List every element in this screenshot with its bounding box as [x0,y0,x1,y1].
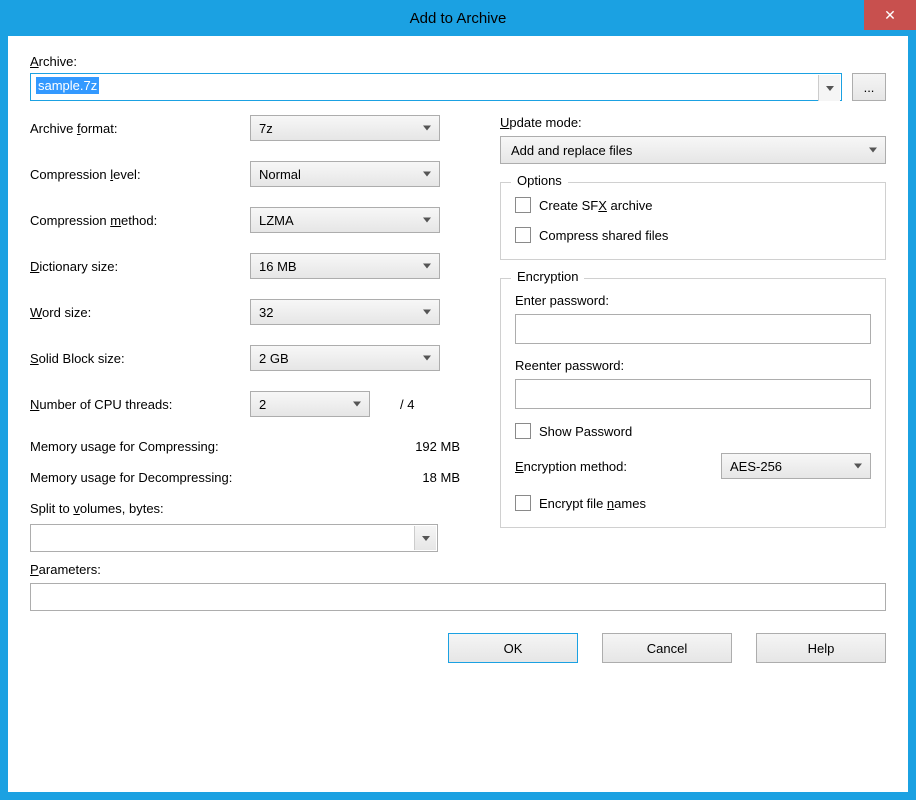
reenter-password-label: Reenter password: [515,358,871,373]
update-label: Update mode: [500,115,886,130]
archive-path-value: sample.7z [36,77,99,94]
word-value: 32 [259,305,273,320]
sfx-label: Create SFX archive [539,198,652,213]
browse-button[interactable]: ... [852,73,886,101]
parameters-label: Parameters: [30,562,886,577]
close-button[interactable]: ✕ [864,0,916,30]
show-password-label: Show Password [539,424,632,439]
chevron-down-icon [423,310,431,315]
level-value: Normal [259,167,301,182]
chevron-down-icon [422,536,430,541]
dialog-window: Add to Archive ✕ Archive: sample.7z ... … [0,0,916,800]
chevron-down-icon [423,126,431,131]
format-label: Archive format: [30,121,250,136]
ok-button[interactable]: OK [448,633,578,663]
threads-combo[interactable]: 2 [250,391,370,417]
format-combo[interactable]: 7z [250,115,440,141]
update-value: Add and replace files [511,143,632,158]
shared-checkbox[interactable] [515,227,531,243]
options-group: Options Create SFX archive Compress shar… [500,182,886,260]
chevron-down-icon [423,264,431,269]
dict-label: Dictionary size: [30,259,250,274]
cancel-button[interactable]: Cancel [602,633,732,663]
options-title: Options [511,173,568,188]
archive-row: Archive: sample.7z ... [30,54,886,101]
password-input[interactable] [515,314,871,344]
block-value: 2 GB [259,351,289,366]
chevron-down-icon [826,86,834,91]
block-combo[interactable]: 2 GB [250,345,440,371]
archive-path-dropdown[interactable] [818,75,840,101]
content-area: Archive: sample.7z ... Archive format: 7… [8,36,908,792]
sfx-checkbox[interactable] [515,197,531,213]
chevron-down-icon [869,148,877,153]
enc-method-value: AES-256 [730,459,782,474]
archive-path-combo[interactable]: sample.7z [30,73,842,101]
threads-total: / 4 [400,397,414,412]
parameters-input[interactable] [30,583,886,611]
encryption-title: Encryption [511,269,584,284]
chevron-down-icon [423,172,431,177]
show-password-checkbox[interactable] [515,423,531,439]
enter-password-label: Enter password: [515,293,871,308]
shared-label: Compress shared files [539,228,668,243]
encryption-group: Encryption Enter password: Reenter passw… [500,278,886,528]
help-button[interactable]: Help [756,633,886,663]
titlebar: Add to Archive ✕ [0,0,916,36]
threads-label: Number of CPU threads: [30,397,250,412]
encrypt-names-label: Encrypt file names [539,496,646,511]
level-label: Compression level: [30,167,250,182]
split-dropdown[interactable] [414,526,436,550]
chevron-down-icon [854,464,862,469]
dict-value: 16 MB [259,259,297,274]
method-value: LZMA [259,213,294,228]
split-label: Split to volumes, bytes: [30,501,460,516]
split-combo[interactable] [30,524,438,552]
method-combo[interactable]: LZMA [250,207,440,233]
level-combo[interactable]: Normal [250,161,440,187]
update-combo[interactable]: Add and replace files [500,136,886,164]
enc-method-label: Encryption method: [515,459,627,474]
word-label: Word size: [30,305,250,320]
window-title: Add to Archive [0,10,916,27]
chevron-down-icon [423,356,431,361]
word-combo[interactable]: 32 [250,299,440,325]
mem-decompress-label: Memory usage for Decompressing: [30,470,232,485]
reenter-password-input[interactable] [515,379,871,409]
format-value: 7z [259,121,273,136]
mem-compress-label: Memory usage for Compressing: [30,439,219,454]
mem-decompress-value: 18 MB [422,470,460,485]
dict-combo[interactable]: 16 MB [250,253,440,279]
block-label: Solid Block size: [30,351,250,366]
mem-compress-value: 192 MB [415,439,460,454]
encrypt-names-checkbox[interactable] [515,495,531,511]
close-icon: ✕ [884,7,896,24]
threads-value: 2 [259,397,266,412]
enc-method-combo[interactable]: AES-256 [721,453,871,479]
chevron-down-icon [353,402,361,407]
method-label: Compression method: [30,213,250,228]
archive-label: Archive: [30,54,886,69]
chevron-down-icon [423,218,431,223]
